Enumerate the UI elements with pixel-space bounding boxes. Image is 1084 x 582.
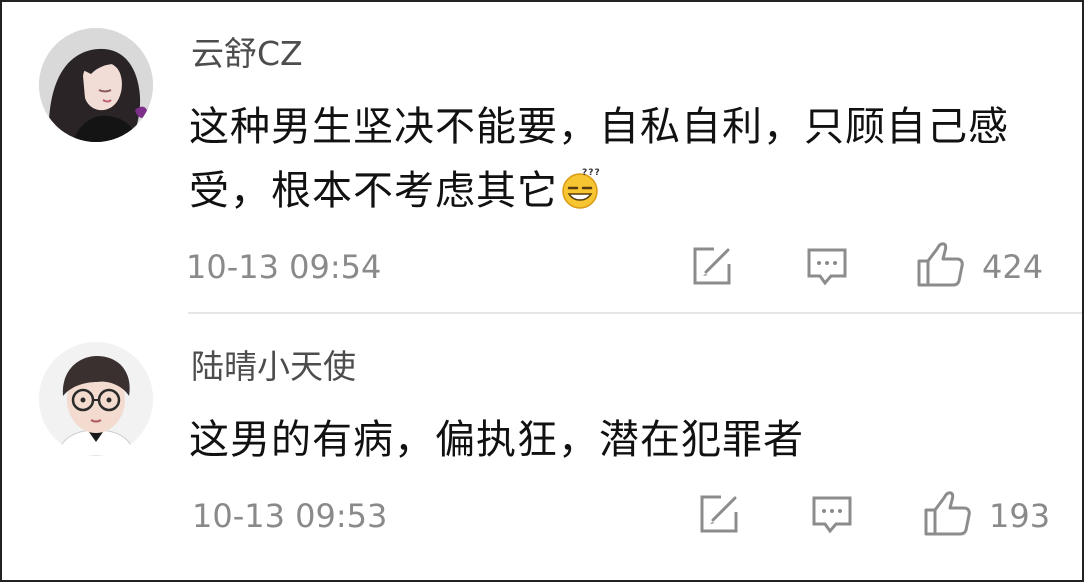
repost-button[interactable] <box>697 492 741 540</box>
username[interactable]: 陆晴小天使 <box>191 350 356 383</box>
user-avatar[interactable] <box>39 28 153 142</box>
username[interactable]: 云舒CZ <box>191 37 303 70</box>
like-icon <box>917 242 964 287</box>
girl-portrait-avatar-icon <box>39 28 153 142</box>
comment-item: 陆晴小天使 这男的有病，偏执狂，潜在犯罪者 10-13 09:53 193 <box>2 314 1082 582</box>
comment-icon <box>812 496 852 534</box>
comment-button[interactable] <box>805 244 849 292</box>
like-button[interactable] <box>915 239 965 293</box>
like-count: 193 <box>989 497 1051 535</box>
comment-item: 云舒CZ 这种男生坚决不能要，自私自利，只顾自己感受，根本不考虑其它 ??? 1… <box>2 2 1082 312</box>
like-button[interactable] <box>922 488 972 542</box>
user-avatar[interactable] <box>39 342 153 456</box>
comment-list: 云舒CZ 这种男生坚决不能要，自私自利，只顾自己感受，根本不考虑其它 ??? 1… <box>0 0 1084 582</box>
comment-button[interactable] <box>810 492 854 540</box>
comment-icon <box>807 248 847 286</box>
dizzy-grin-emoji-icon: ??? <box>558 165 602 209</box>
repost-icon <box>700 495 738 533</box>
comment-timestamp: 10-13 09:53 <box>192 497 388 535</box>
like-count: 424 <box>982 248 1044 286</box>
boy-with-glasses-avatar-icon <box>39 342 153 456</box>
comment-text: 这种男生坚决不能要，自私自利，只顾自己感受，根本不考虑其它 ??? <box>189 95 1059 223</box>
repost-button[interactable] <box>690 244 734 292</box>
svg-text:???: ??? <box>582 168 601 178</box>
comment-timestamp: 10-13 09:54 <box>186 248 382 286</box>
comment-text: 这男的有病，偏执狂，潜在犯罪者 <box>189 417 804 463</box>
repost-icon <box>693 247 731 285</box>
like-icon <box>924 491 971 536</box>
